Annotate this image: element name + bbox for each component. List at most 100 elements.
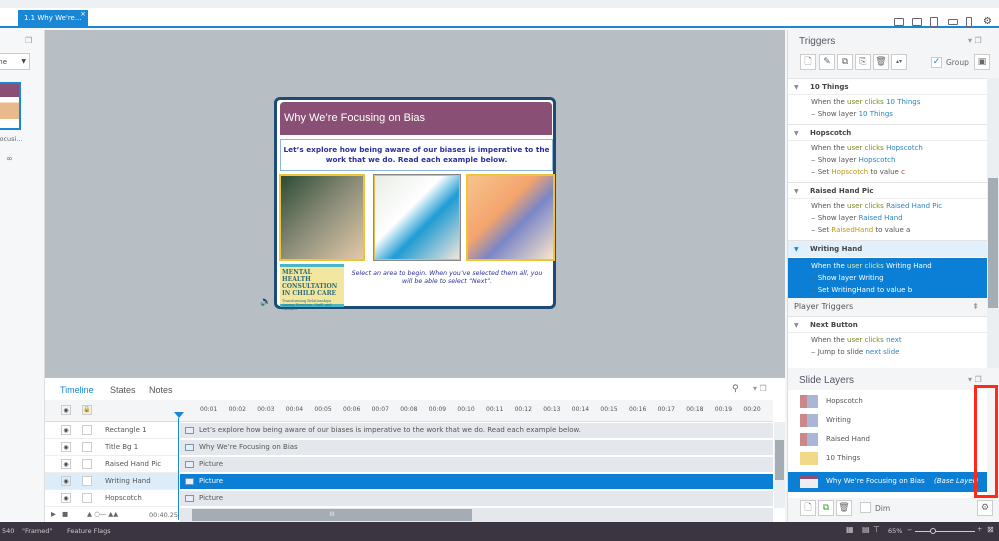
gear-icon[interactable]: ⚙ <box>983 16 992 27</box>
zoom-slider[interactable]: ▲ ○— ▲▲ <box>87 510 118 518</box>
timeline-layer-row[interactable]: ◉ Writing Hand <box>45 473 178 490</box>
timeline-layer-row[interactable]: ◉ Hopscotch <box>45 490 178 507</box>
timeline-bar[interactable]: Picture <box>180 457 773 472</box>
eye-icon[interactable]: ◉ <box>61 459 71 469</box>
float-panel-icon[interactable]: ▾ ❐ <box>753 384 767 393</box>
timeline-bar[interactable]: Picture <box>180 474 773 489</box>
lock-checkbox[interactable] <box>82 493 92 503</box>
layer-item[interactable]: Raised Hand <box>788 430 987 449</box>
paste-trigger-button[interactable]: ⎘ <box>855 54 871 70</box>
grid-view-icon[interactable]: ▦ <box>846 525 854 534</box>
slide-title[interactable]: Why We’re Focusing on Bias <box>280 102 552 135</box>
trigger-group-header[interactable]: ▼ Raised Hand Pic <box>788 182 987 199</box>
lock-all-icon[interactable]: 🔒 <box>82 405 92 415</box>
delete-trigger-button[interactable]: 🗑 <box>873 54 889 70</box>
selection-box[interactable] <box>373 174 461 261</box>
lock-checkbox[interactable] <box>82 476 92 486</box>
stop-icon[interactable]: ■ <box>62 510 68 518</box>
phone-landscape-icon[interactable] <box>948 19 958 25</box>
duplicate-layer-button[interactable]: ⧉ <box>818 500 834 516</box>
trigger-group-header[interactable]: ▼ Hopscotch <box>788 124 987 141</box>
lock-checkbox[interactable] <box>82 442 92 452</box>
timeline-ruler[interactable]: 00:01 00:02 00:03 00:04 00:05 00:06 00:07 00:08… <box>178 400 773 422</box>
story-view-icon[interactable]: ⊤ <box>873 525 880 534</box>
ruler-tick: 00:19 <box>714 406 733 413</box>
feature-flags-link[interactable]: Feature Flags <box>67 527 111 535</box>
zoom-in-button[interactable]: + <box>977 525 982 533</box>
scene-dropdown[interactable]: ene ▼ <box>0 53 30 70</box>
play-icon[interactable]: ▶ <box>51 510 56 518</box>
edit-trigger-button[interactable]: ✎ <box>819 54 835 70</box>
trigger-item[interactable]: When the user clicks next ‒ Jump to slid… <box>788 334 987 358</box>
layer-item[interactable]: Writing <box>788 411 987 430</box>
tab-states[interactable]: States <box>110 385 136 395</box>
group-checkbox[interactable]: ✓ <box>931 57 942 68</box>
layer-thumbnail <box>800 475 818 488</box>
timeline-bar[interactable]: Why We’re Focusing on Bias <box>180 440 773 455</box>
speaker-icon[interactable]: 🔈 <box>260 297 271 307</box>
hopscotch-picture[interactable] <box>466 174 555 261</box>
chevron-down-icon: ▼ <box>21 58 26 65</box>
close-icon[interactable]: × <box>80 10 86 18</box>
copy-trigger-button[interactable]: ⧉ <box>837 54 853 70</box>
trigger-group-header[interactable]: ▼ 10 Things <box>788 78 987 95</box>
slide[interactable]: Why We’re Focusing on Bias Let’s explore… <box>274 97 556 311</box>
ruler-tick: 00:02 <box>228 406 246 413</box>
show-all-eye-icon[interactable]: ◉ <box>61 405 71 415</box>
eye-icon[interactable]: ◉ <box>61 442 71 452</box>
layer-item[interactable]: 10 Things <box>788 449 987 468</box>
phone-portrait-icon[interactable] <box>966 17 972 27</box>
base-layer-item[interactable]: Why We’re Focusing on Bias (Base Layer) <box>788 472 987 492</box>
slide-subtitle[interactable]: Let’s explore how being aware of our bia… <box>280 139 553 171</box>
float-panel-icon[interactable]: ▾ ❐ <box>968 375 982 384</box>
delete-layer-button[interactable]: 🗑 <box>836 500 852 516</box>
eye-icon[interactable]: ◉ <box>61 425 71 435</box>
trigger-group-header[interactable]: ▼ Writing Hand <box>788 240 987 257</box>
slide-thumbnail[interactable] <box>0 82 21 130</box>
raised-hand-picture[interactable] <box>279 174 365 261</box>
timeline-layer-row[interactable]: ◉ Raised Hand Pic <box>45 456 178 473</box>
layer-thumbnail <box>800 395 818 408</box>
timeline-layer-row[interactable]: ◉ Rectangle 1 <box>45 422 178 439</box>
variables-button[interactable]: ▣ <box>974 54 990 70</box>
trigger-item-selected[interactable]: When the user clicks Writing Hand ‒ Show… <box>788 258 987 298</box>
dim-checkbox[interactable] <box>860 502 871 513</box>
normal-view-icon[interactable]: ▤ <box>862 525 870 534</box>
ruler-tick: 00:17 <box>657 406 675 413</box>
tab-slide[interactable]: 1.1 Why We're... × <box>18 10 88 28</box>
new-layer-button[interactable]: 🗋 <box>800 500 816 516</box>
new-trigger-button[interactable]: 🗋 <box>800 54 816 70</box>
trigger-item[interactable]: When the user clicks 10 Things ‒ Show la… <box>788 96 987 120</box>
tablet-landscape-icon[interactable] <box>912 18 922 26</box>
timeline-bar[interactable]: Picture <box>180 491 773 506</box>
laptop-preview-icon[interactable] <box>894 18 904 26</box>
tab-timeline[interactable]: Timeline <box>60 385 94 395</box>
trigger-group-header[interactable]: ▼ Next Button <box>788 316 987 333</box>
collapse-icon[interactable]: ⇞ <box>972 298 979 316</box>
trigger-item[interactable]: When the user clicks Hopscotch ‒ Show la… <box>788 142 987 178</box>
timeline-bar[interactable]: Let’s explore how being aware of our bia… <box>180 423 773 438</box>
float-panel-icon[interactable]: ▾ ❐ <box>968 36 982 45</box>
lock-checkbox[interactable] <box>82 425 92 435</box>
triggers-scrollbar[interactable] <box>987 78 999 368</box>
eye-icon[interactable]: ◉ <box>61 476 71 486</box>
layer-settings-gear-icon[interactable]: ⚙ <box>977 500 993 516</box>
picture-icon <box>185 461 194 468</box>
fit-to-window-icon[interactable]: ⊠ <box>987 525 994 534</box>
zoom-slider[interactable] <box>915 528 975 534</box>
lock-checkbox[interactable] <box>82 459 92 469</box>
player-triggers-header: Player Triggers ⇞ <box>788 298 987 316</box>
zoom-out-button[interactable]: − <box>907 526 912 534</box>
timeline-hscrollbar[interactable]: III <box>180 508 773 522</box>
timeline-layer-row[interactable]: ◉ Title Bg 1 <box>45 439 178 456</box>
timeline-cue-icon[interactable]: ⚲ <box>732 384 739 394</box>
playhead-icon[interactable] <box>174 412 184 418</box>
tablet-portrait-icon[interactable] <box>930 17 938 27</box>
tab-notes[interactable]: Notes <box>149 385 173 395</box>
move-trigger-button[interactable]: ▴▾ <box>891 54 907 70</box>
trigger-item[interactable]: When the user clicks Raised Hand Pic ‒ S… <box>788 200 987 236</box>
layer-item[interactable]: Hopscotch <box>788 392 987 411</box>
eye-icon[interactable]: ◉ <box>61 493 71 503</box>
float-panel-icon[interactable]: ❐ <box>25 36 32 45</box>
timeline-vscrollbar[interactable] <box>774 422 785 508</box>
